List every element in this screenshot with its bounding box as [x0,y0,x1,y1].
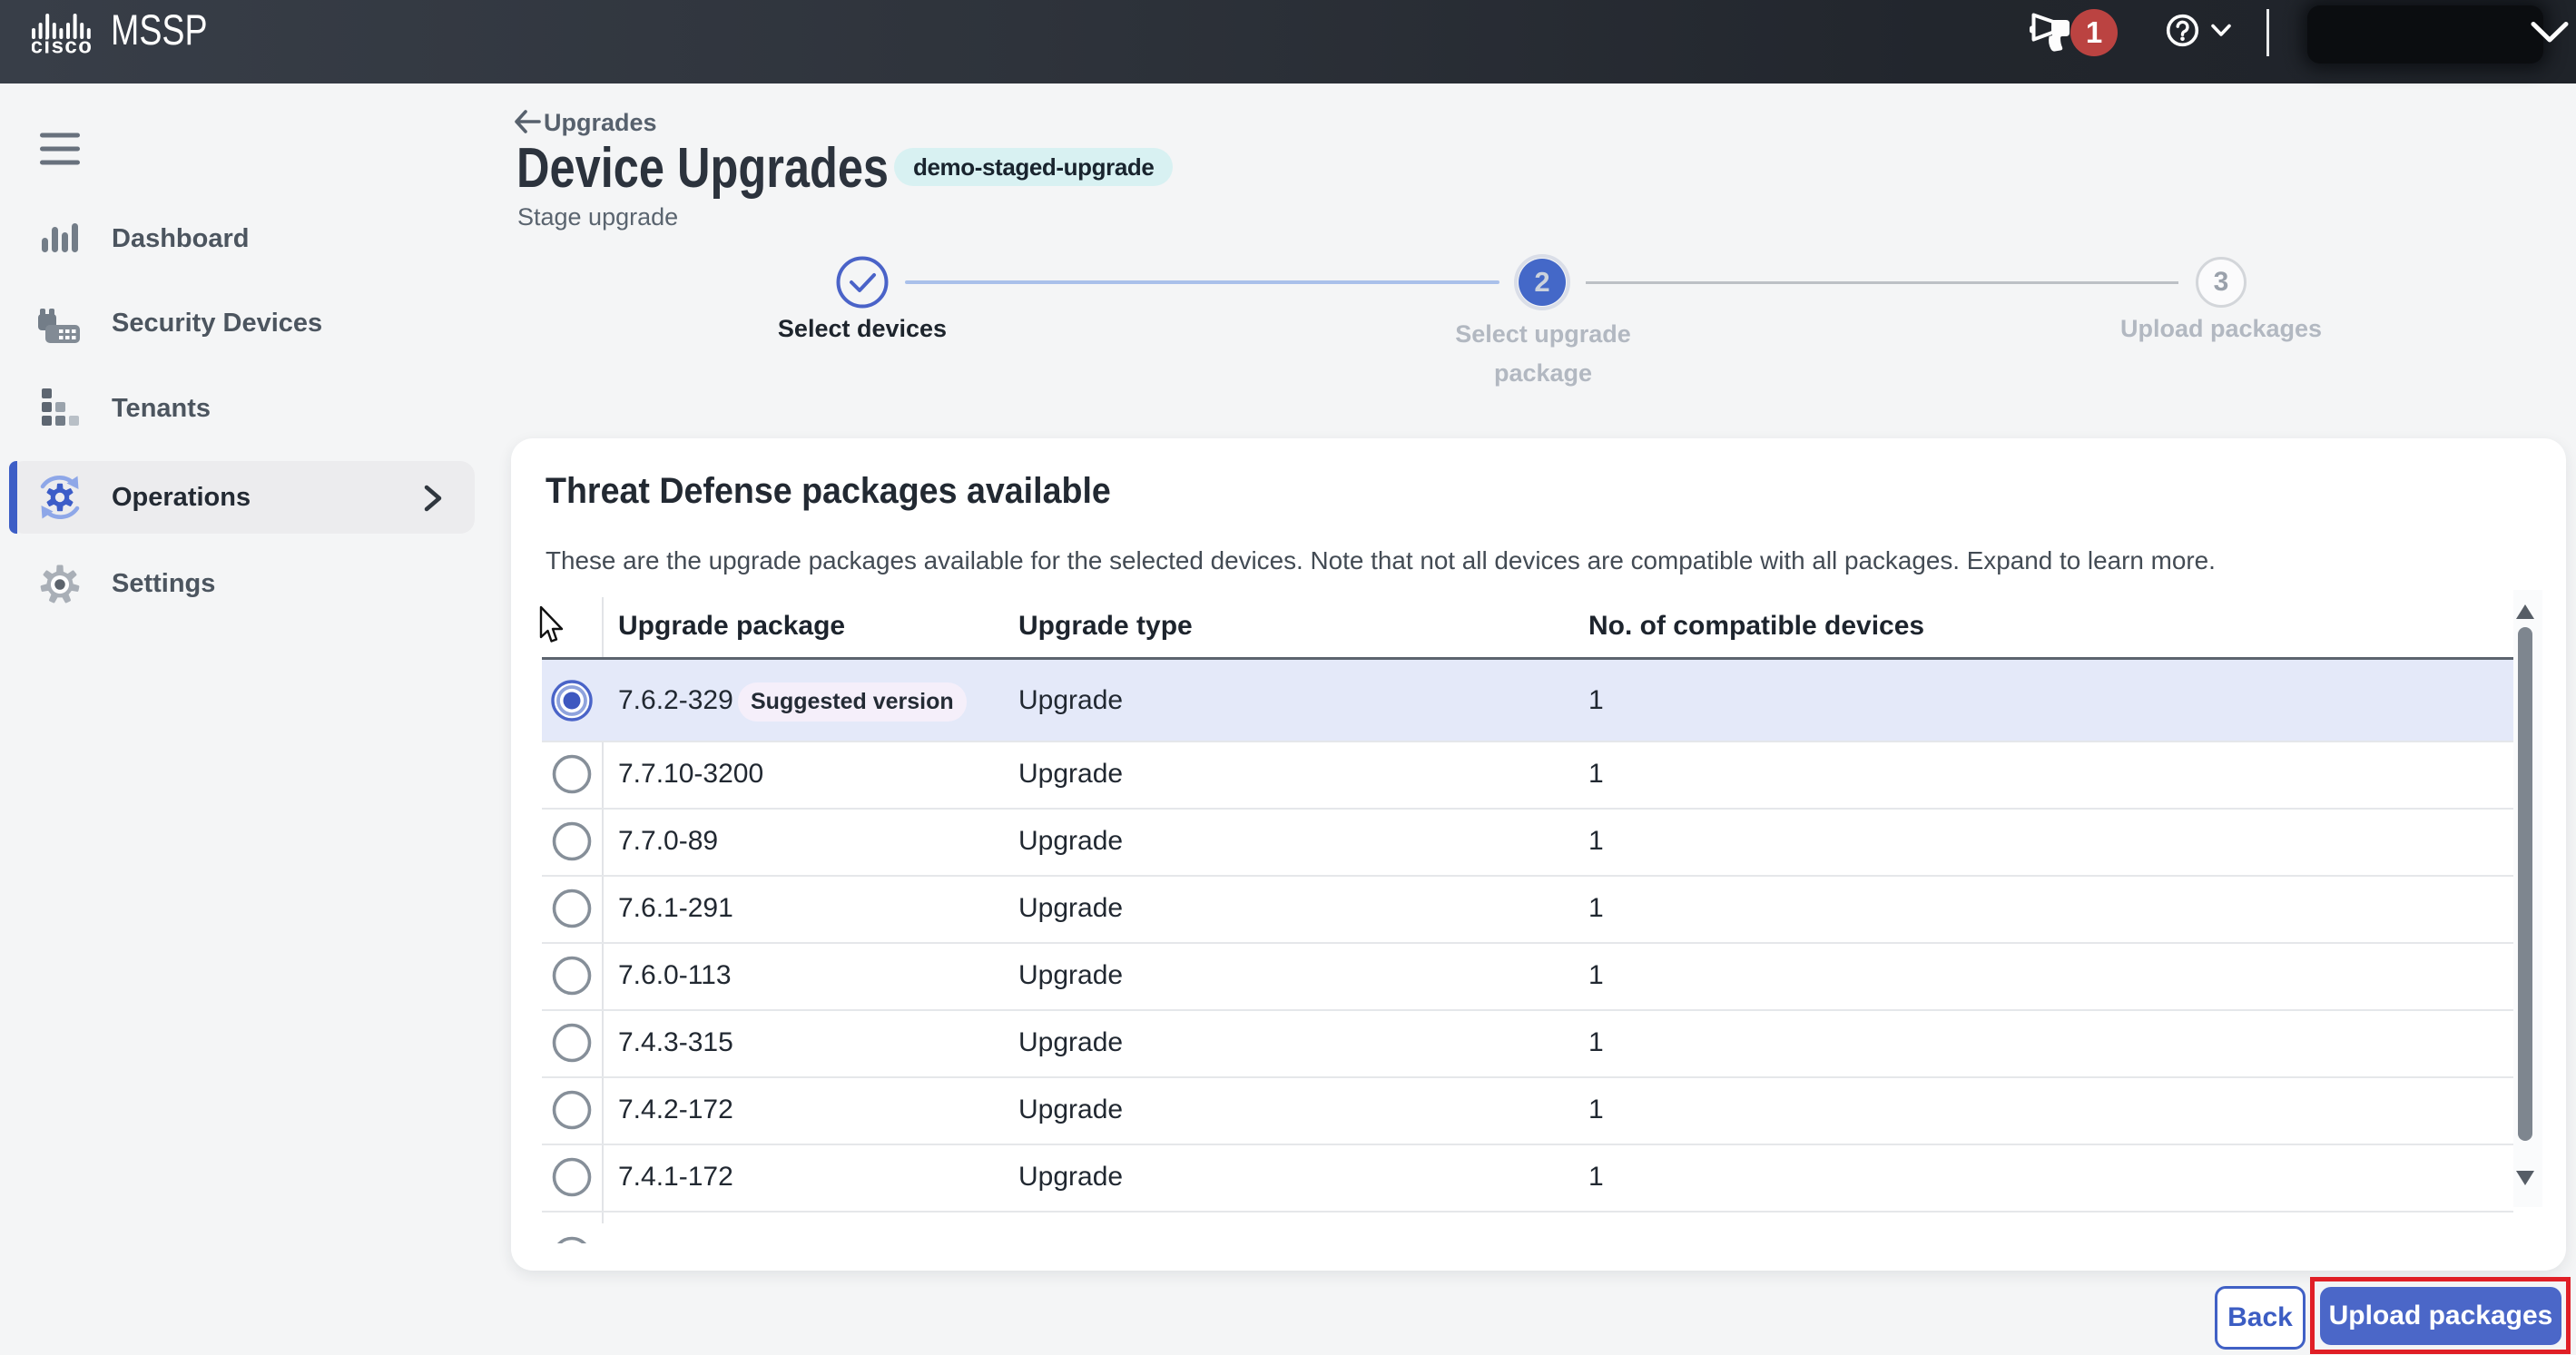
svg-text:cisco: cisco [32,34,92,54]
